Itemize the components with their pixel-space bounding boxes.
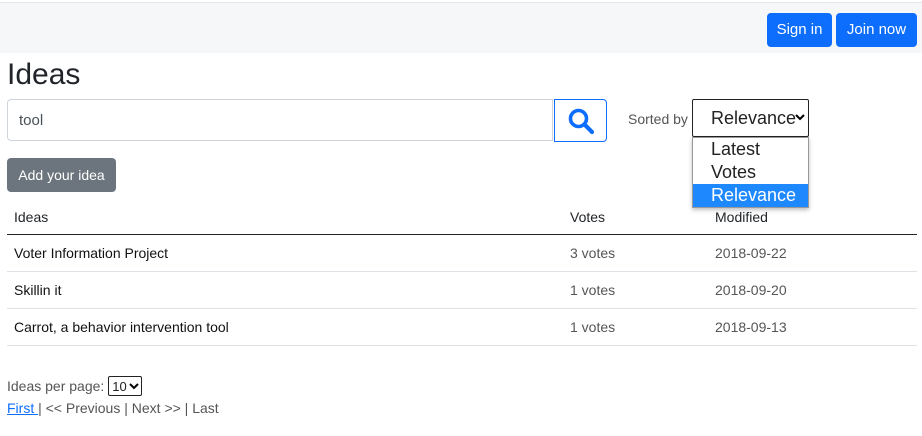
idea-votes: 3 votes [563,234,708,272]
page-title: Ideas [7,58,81,91]
sort-option-latest[interactable]: Latest [693,138,808,161]
ideas-per-page: Ideas per page: 10 [7,376,142,396]
idea-title[interactable]: Skillin it [7,271,563,309]
chevron-down-icon [795,114,805,121]
idea-votes: 1 votes [563,271,708,309]
sort-option-relevance[interactable]: Relevance [693,184,808,207]
per-page-label: Ideas per page: [7,378,105,394]
ideas-table: Ideas Votes Modified Voter Information P… [7,199,917,346]
idea-title[interactable]: Carrot, a behavior intervention tool [7,308,563,346]
sort-select[interactable]: Relevance [692,99,809,137]
sort-selected-value: Relevance [711,107,797,128]
column-header-votes[interactable]: Votes [563,199,708,235]
idea-modified: 2018-09-22 [708,234,917,272]
sort-option-votes[interactable]: Votes [693,161,808,184]
sorted-by-label: Sorted by [628,111,688,127]
first-page-link[interactable]: First [7,400,38,416]
per-page-value: 10 [112,378,127,394]
table-row[interactable]: Skillin it 1 votes 2018-09-20 [7,271,917,309]
sign-in-button[interactable]: Sign in [767,13,832,47]
chevron-down-icon [129,383,139,390]
idea-title[interactable]: Voter Information Project [7,234,563,272]
top-navbar: Sign in Join now [0,2,922,53]
pagination: First | << Previous | Next >> | Last [7,400,219,416]
table-row[interactable]: Carrot, a behavior intervention tool 1 v… [7,308,917,346]
add-idea-button[interactable]: Add your idea [7,158,116,192]
table-row[interactable]: Voter Information Project 3 votes 2018-0… [7,234,917,272]
sort-dropdown-list: Latest Votes Relevance [692,137,809,208]
idea-modified: 2018-09-13 [708,308,917,346]
search-icon [568,108,594,134]
idea-modified: 2018-09-20 [708,271,917,309]
per-page-select[interactable]: 10 [108,376,142,396]
search-button[interactable] [554,99,607,142]
pagination-rest: | << Previous | Next >> | Last [38,400,219,416]
join-now-button[interactable]: Join now [836,13,917,47]
column-header-ideas[interactable]: Ideas [7,199,563,235]
search-input[interactable] [7,99,553,141]
idea-votes: 1 votes [563,308,708,346]
